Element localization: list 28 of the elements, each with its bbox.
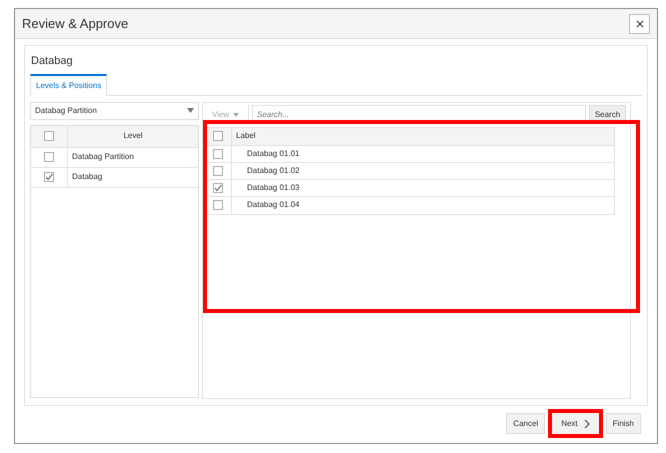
table-cell: Databag Partition (72, 151, 134, 163)
checkbox[interactable] (44, 152, 54, 162)
checkbox[interactable] (213, 131, 223, 141)
column-header: Label (236, 130, 256, 142)
checkbox[interactable] (213, 166, 223, 176)
caret-icon (233, 112, 240, 116)
checkbox[interactable] (213, 200, 223, 210)
dialog-button[interactable]: Cancel (506, 413, 546, 434)
caret-icon (187, 108, 194, 113)
table-cell: Databag (72, 171, 102, 183)
close-icon (636, 20, 644, 28)
close-button[interactable] (629, 14, 650, 34)
checkbox[interactable] (44, 172, 54, 182)
table-cell: Databag 01.03 (247, 182, 300, 194)
tab[interactable]: Levels & Positions (30, 74, 108, 96)
table-cell: Databag 01.02 (247, 164, 300, 176)
dialog-button[interactable]: Finish (606, 413, 641, 434)
table-cell: Databag 01.01 (247, 148, 300, 160)
section-title: Databag (31, 54, 74, 69)
table-cell: Databag 01.04 (247, 199, 300, 211)
level-dropdown[interactable]: Databag Partition (30, 102, 199, 120)
window-title: Review & Approve (22, 14, 128, 33)
checkbox[interactable] (44, 131, 54, 141)
chevron-right-icon (584, 418, 590, 428)
checkbox[interactable] (213, 148, 223, 158)
column-header: Level (123, 130, 143, 142)
checkbox[interactable] (213, 182, 223, 192)
next-button[interactable]: Next (548, 409, 603, 438)
